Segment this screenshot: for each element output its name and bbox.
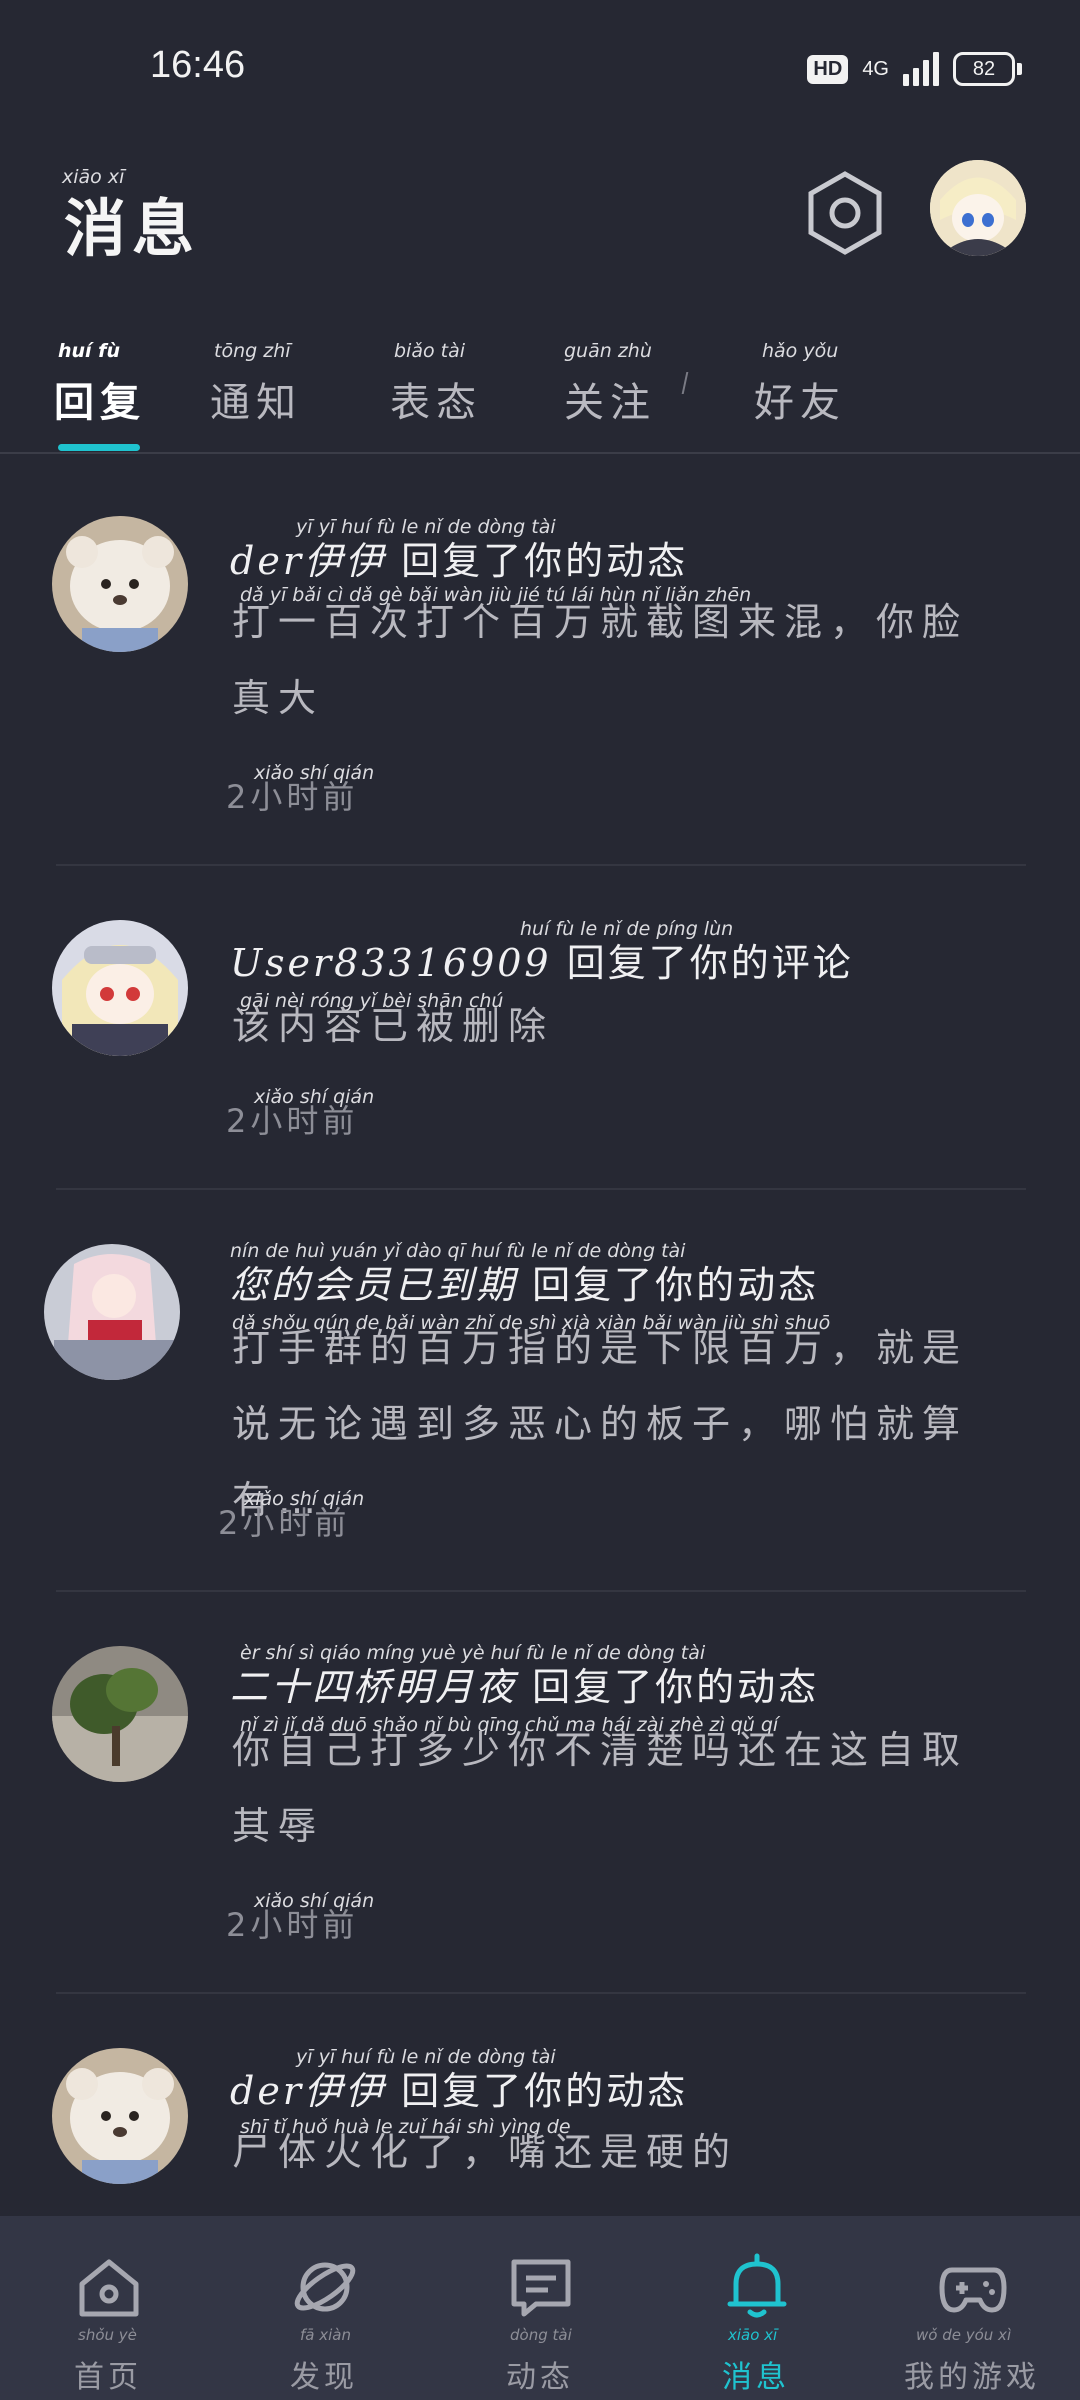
sender-name[interactable]: der伊伊 [230,539,386,583]
chat-card-icon [511,2259,571,2317]
active-tab-indicator [58,444,140,451]
sender-name[interactable]: User83316909 [230,941,552,985]
status-bar: 16:46 HD 4G 82 [0,0,1080,140]
tab-reaction[interactable]: 表态 [390,370,482,428]
nav-messages-label: 消息 [722,2360,790,2395]
nav-discover-label: 发现 [290,2360,358,2395]
settings-button[interactable] [800,168,890,258]
list-divider [56,1590,1026,1592]
nav-messages-pinyin: xiāo xī [728,2326,778,2344]
message-body: 打一百次打个百万就截图来混，你脸真大 [232,600,969,720]
message-title: 二十四桥明月夜 回复了你的动态 [230,1656,819,1711]
tab-reply-pinyin: huí fù [58,340,120,362]
bottom-nav: shǒu yè 首页 fā xiàn 发现 dòng tài 动态 xiāo x… [0,2216,1080,2400]
nav-home-pinyin: shǒu yè [78,2326,137,2344]
message-time: 2小时前 [226,1906,359,1944]
nav-home-label: 首页 [74,2360,142,2395]
list-divider [56,864,1026,866]
nav-my-games[interactable]: wǒ de yóu xì 我的游戏 [864,2216,1080,2400]
network-label: 4G [862,57,889,80]
message-action: 回复了你的动态 [401,539,689,583]
tab-reaction-pinyin: biǎo tài [394,340,466,362]
tabs-divider [0,452,1080,454]
message-body: 尸体火化了，嘴还是硬的 [232,2130,739,2174]
planet-icon [294,2262,356,2312]
signal-icon [903,52,939,86]
user-avatar[interactable] [930,160,1026,256]
message-action: 回复了你的动态 [532,1665,820,1709]
avatar[interactable] [52,1646,188,1782]
message-action: 回复了你的动态 [532,1263,820,1307]
status-time: 16:46 [150,44,246,86]
nav-discover[interactable]: fā xiàn 发现 [216,2216,432,2400]
tab-reply[interactable]: 回复 [54,370,146,428]
nav-my-games-label: 我的游戏 [904,2360,1040,2395]
message-time: 2小时前 [226,1102,359,1140]
nav-feed-label: 动态 [506,2360,574,2395]
hd-badge: HD [807,54,849,84]
message-body: 你自己打多少你不清楚吗还在这自取其辱 [232,1728,969,1848]
gamepad-icon [939,2267,1007,2313]
message-body: 该内容已被删除 [232,1004,555,1048]
list-divider [56,1188,1026,1190]
avatar[interactable] [44,1244,180,1380]
nav-feed-pinyin: dòng tài [510,2326,572,2344]
message-action: 回复了你的动态 [401,2069,689,2113]
battery-level: 82 [953,52,1015,86]
list-divider [56,1992,1026,1994]
avatar[interactable] [52,920,188,1056]
message-time: 2小时前 [226,778,359,816]
gear-icon [808,171,882,255]
tab-friends[interactable]: 好友 [754,370,846,428]
bell-icon [727,2253,787,2318]
battery-icon: 82 [953,52,1022,86]
tab-notice-pinyin: tōng zhī [214,340,291,362]
home-icon [79,2259,139,2317]
tab-follow[interactable]: 关注 [564,370,656,428]
sender-name[interactable]: 二十四桥明月夜 [230,1665,517,1709]
nav-messages[interactable]: xiāo xī 消息 [648,2216,864,2400]
page-title: 消息 [64,192,201,265]
nav-discover-pinyin: fā xiàn [300,2326,351,2344]
nav-feed[interactable]: dòng tài 动态 [432,2216,648,2400]
sender-name[interactable]: 您的会员已到期 [230,1263,517,1307]
nav-home[interactable]: shǒu yè 首页 [0,2216,216,2400]
tab-follow-pinyin: guān zhù [564,340,652,362]
message-title: der伊伊 回复了你的动态 [230,530,688,585]
status-icons: HD 4G 82 [807,52,1022,86]
tab-notice[interactable]: 通知 [210,370,302,428]
message-title: der伊伊 回复了你的动态 [230,2060,688,2115]
message-action: 回复了你的评论 [566,941,854,985]
message-title: User83316909 回复了你的评论 [230,932,854,987]
message-title: 您的会员已到期 回复了你的动态 [230,1254,819,1309]
tab-friends-pinyin: hǎo yǒu [762,340,839,362]
nav-my-games-pinyin: wǒ de yóu xì [916,2326,1012,2344]
message-time: 2小时前 [218,1504,351,1542]
avatar[interactable] [52,2048,188,2184]
avatar[interactable] [52,516,188,652]
message-tabs: huí fù 回复 tōng zhī 通知 biǎo tài 表态 guān z… [0,330,1080,454]
sender-name[interactable]: der伊伊 [230,2069,386,2113]
